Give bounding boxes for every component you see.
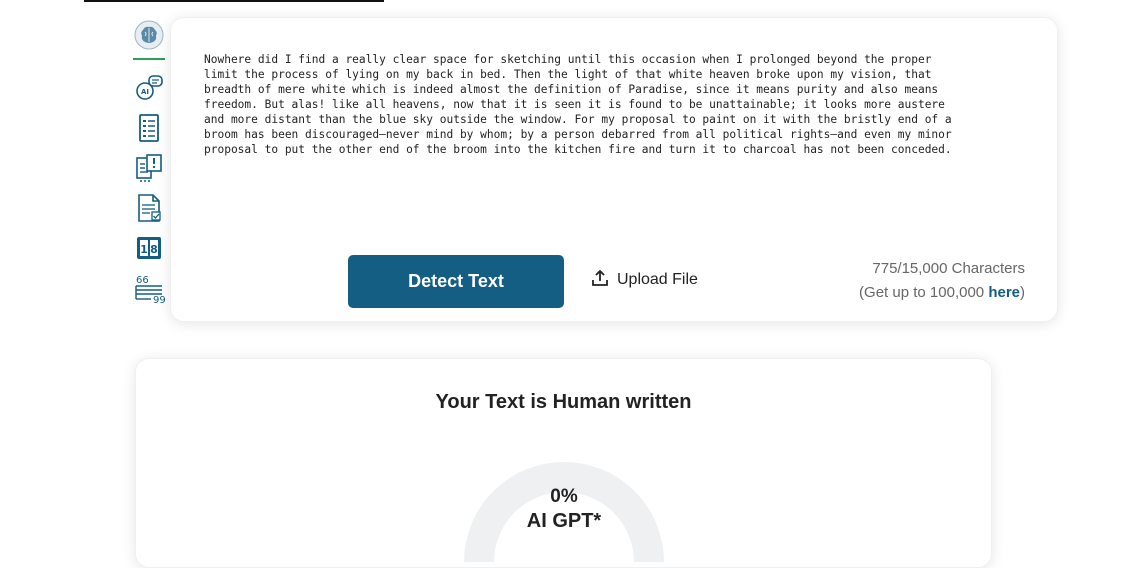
svg-text:66: 66 bbox=[136, 275, 149, 286]
upgrade-prefix: (Get up to 100,000 bbox=[859, 284, 989, 301]
result-card: Your Text is Human written 0% AI GPT* bbox=[135, 358, 992, 568]
ai-percent: 0% bbox=[550, 486, 578, 507]
detect-text-button[interactable]: Detect Text bbox=[348, 255, 564, 308]
svg-text:99: 99 bbox=[153, 295, 165, 304]
upgrade-suffix: ) bbox=[1020, 284, 1025, 301]
upgrade-link[interactable]: here bbox=[988, 284, 1020, 301]
upload-file-button[interactable]: Upload File bbox=[591, 267, 698, 293]
document-check-icon[interactable] bbox=[133, 192, 165, 224]
quote-icon[interactable]: 66 99 bbox=[133, 272, 165, 304]
svg-text:8: 8 bbox=[150, 243, 158, 256]
upload-file-label: Upload File bbox=[617, 271, 698, 288]
tool-sidebar: AI 1 8 66 99 bbox=[132, 20, 166, 304]
plagiarism-check-icon[interactable] bbox=[133, 152, 165, 184]
upload-icon bbox=[591, 269, 609, 292]
word-counter-icon[interactable]: 1 8 bbox=[133, 232, 165, 264]
text-input-card: Nowhere did I find a really clear space … bbox=[170, 17, 1058, 322]
svg-text:AI: AI bbox=[141, 88, 149, 96]
rail-active-indicator bbox=[133, 58, 165, 60]
text-editor[interactable]: Nowhere did I find a really clear space … bbox=[204, 52, 1024, 157]
character-counter: 775/15,000 Characters (Get up to 100,000… bbox=[859, 257, 1025, 305]
ai-chat-icon[interactable]: AI bbox=[133, 72, 165, 104]
top-divider bbox=[84, 0, 384, 2]
brain-logo-icon[interactable] bbox=[134, 20, 164, 50]
svg-text:1: 1 bbox=[140, 243, 148, 256]
document-list-icon[interactable] bbox=[133, 112, 165, 144]
upgrade-note: (Get up to 100,000 here) bbox=[859, 281, 1025, 305]
character-count: 775/15,000 Characters bbox=[872, 260, 1025, 277]
ai-label: AI GPT* bbox=[526, 510, 602, 532]
result-title: Your Text is Human written bbox=[435, 391, 692, 413]
